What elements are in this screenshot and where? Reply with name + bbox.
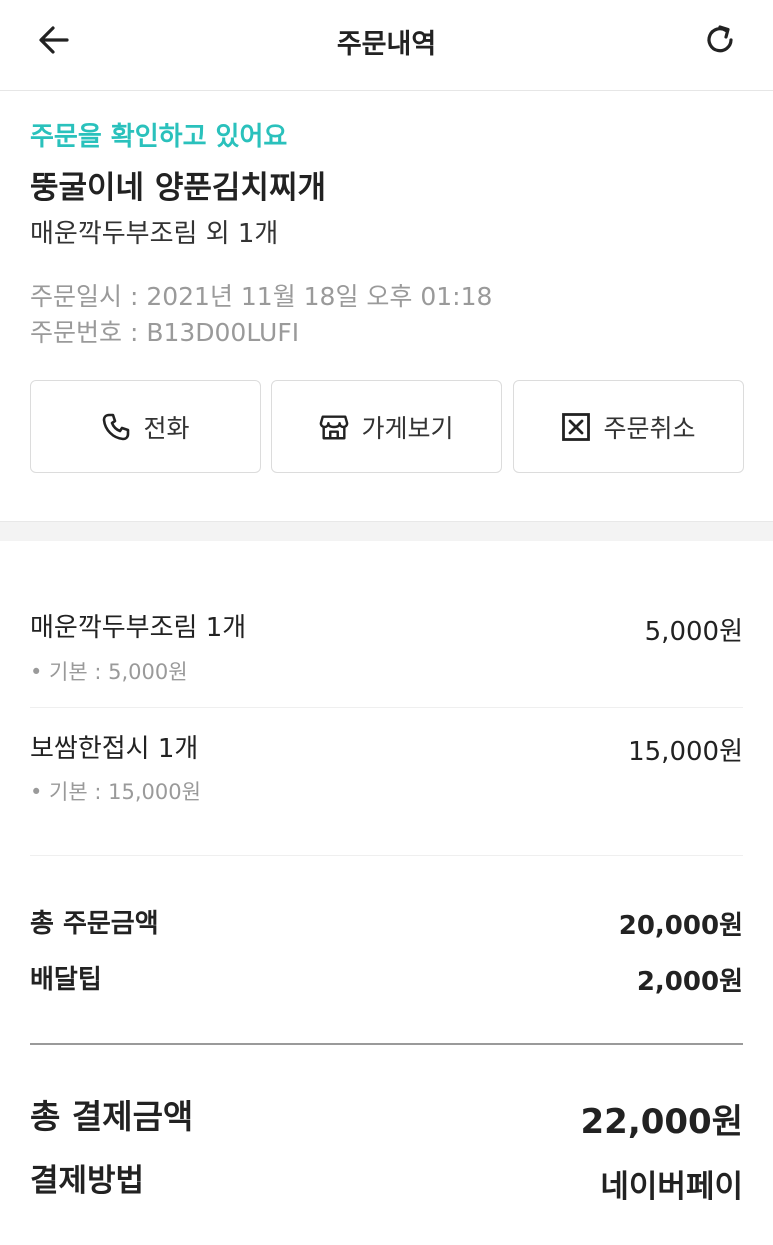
page-title: 주문내역	[336, 29, 437, 60]
payment-total-value: 22,000원	[580, 1102, 743, 1142]
app-header: 주문내역	[0, 0, 773, 91]
delivery-tip-value: 2,000원	[636, 967, 743, 997]
order-date: 주문일시 : 2021년 11월 18일 오후 01:18	[30, 282, 493, 311]
store-name: 뚱굴이네 양푼김치찌개	[30, 170, 326, 206]
phone-icon	[101, 412, 131, 442]
payment-method-value: 네이버페이	[600, 1169, 743, 1205]
item-price: 15,000원	[628, 737, 743, 767]
refresh-icon	[707, 25, 733, 53]
delivery-tip-label: 배달팁	[30, 965, 102, 995]
view-store-label: 가게보기	[361, 413, 454, 443]
cancel-order-button[interactable]: 주문취소	[513, 380, 744, 473]
close-box-icon	[561, 412, 591, 442]
refresh-button[interactable]	[697, 18, 745, 62]
call-button[interactable]: 전화	[30, 380, 261, 473]
total-divider	[30, 1043, 743, 1045]
section-divider	[0, 521, 773, 541]
order-summary: 매운깍두부조림 외 1개	[30, 219, 279, 249]
payment-method-label: 결제방법	[30, 1163, 145, 1199]
item-option: • 기본 : 5,000원	[30, 660, 188, 684]
payment-total-label: 총 결제금액	[30, 1097, 194, 1136]
item-price: 5,000원	[644, 617, 743, 647]
store-icon	[319, 412, 349, 442]
call-label: 전화	[143, 413, 190, 443]
cancel-order-label: 주문취소	[603, 413, 696, 443]
order-total-label: 총 주문금액	[30, 909, 159, 939]
view-store-button[interactable]: 가게보기	[271, 380, 502, 473]
items-divider	[30, 855, 743, 856]
item-name: 보쌈한접시 1개	[30, 734, 199, 764]
order-number: 주문번호 : B13D00LUFI	[30, 318, 300, 347]
order-status: 주문을 확인하고 있어요	[30, 122, 288, 152]
item-name: 매운깍두부조림 1개	[30, 613, 247, 643]
item-divider	[30, 707, 743, 708]
item-option: • 기본 : 15,000원	[30, 780, 201, 804]
order-total-value: 20,000원	[618, 911, 743, 941]
